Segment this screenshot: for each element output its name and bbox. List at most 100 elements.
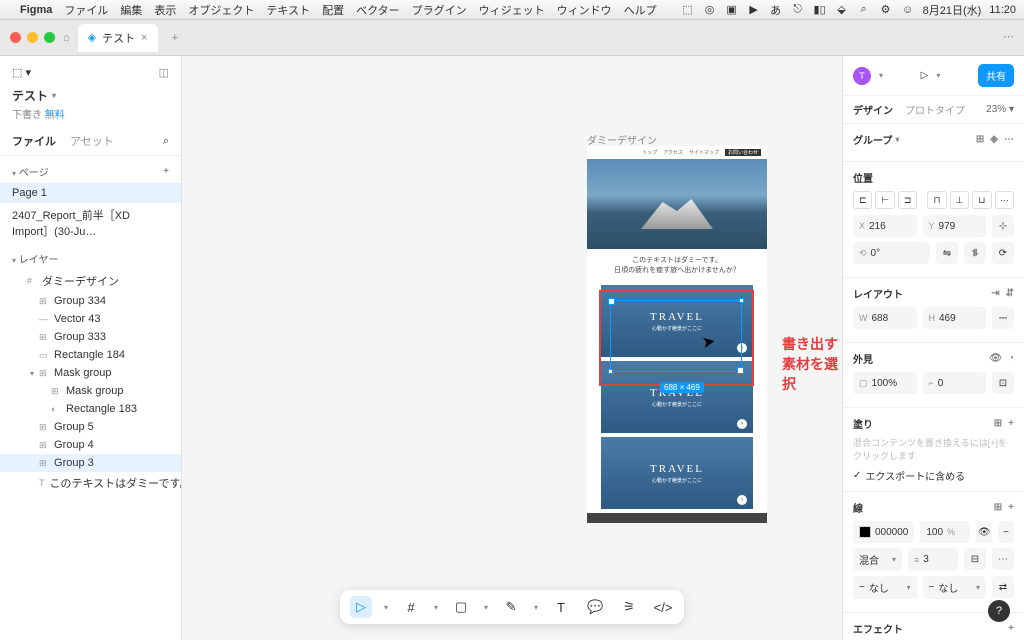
figma-menu-icon[interactable]: ⬚ ▾ xyxy=(12,66,31,79)
grid-icon[interactable]: ⊞ xyxy=(976,134,984,145)
menubar-time[interactable]: 11:20 xyxy=(989,4,1016,16)
autolayout-h-icon[interactable]: ⇥ xyxy=(991,288,999,299)
stroke-blend-select[interactable]: 混合▾ xyxy=(853,548,902,571)
language-icon[interactable]: あ xyxy=(769,3,783,17)
preview-icon[interactable]: ▷ xyxy=(921,70,929,81)
maximize-window-button[interactable] xyxy=(44,32,55,43)
export-check-icon[interactable]: ✓ xyxy=(853,470,861,481)
layer-item[interactable]: ▸#ダミーデザイン xyxy=(0,270,181,292)
app-name[interactable]: Figma xyxy=(20,4,52,16)
stroke-width-input[interactable]: ≡3 xyxy=(908,548,958,571)
canvas[interactable]: ダミーデザイン トップアクセスサイトマップお問い合わせ このテキストはダミーです… xyxy=(182,56,842,640)
layer-item[interactable]: ▸⊞Group 4 xyxy=(0,436,181,454)
layer-item[interactable]: ▸⊞Group 333 xyxy=(0,328,181,346)
align-bottom-button[interactable]: ⊔ xyxy=(972,191,991,209)
layers-header[interactable]: レイヤー xyxy=(19,255,59,266)
play-icon[interactable]: ▶ xyxy=(747,3,761,17)
menu-view[interactable]: 表示 xyxy=(154,2,176,18)
menu-help[interactable]: ヘルプ xyxy=(624,2,657,18)
component-icon[interactable]: ◈ xyxy=(990,134,998,145)
figma-status-icon[interactable]: ⬚ xyxy=(681,3,695,17)
y-input[interactable]: Y979 xyxy=(923,215,987,237)
page-item[interactable]: 2407_Report_前半［XD Import］(30-Ju… xyxy=(0,203,181,243)
remove-stroke-icon[interactable]: − xyxy=(998,521,1014,543)
flip-v-icon[interactable]: ⥮ xyxy=(964,242,986,264)
rotate-90-icon[interactable]: ⟳ xyxy=(992,242,1014,264)
frame-label[interactable]: ダミーデザイン xyxy=(587,132,657,147)
tray-icon[interactable]: ▣ xyxy=(725,3,739,17)
user-icon[interactable]: ☺ xyxy=(901,3,915,17)
visibility-icon[interactable]: 👁 xyxy=(989,353,1002,364)
page-item[interactable]: Page 1 xyxy=(0,183,181,203)
radius-input[interactable]: ⌐0 xyxy=(923,372,987,394)
autolayout-v-icon[interactable]: ⇵ xyxy=(1006,288,1014,299)
menu-window[interactable]: ウィンドウ xyxy=(557,2,612,18)
text-tool-button[interactable]: T xyxy=(550,596,572,618)
add-effect-icon[interactable]: + xyxy=(1008,623,1014,634)
absolute-position-icon[interactable]: ⊹ xyxy=(992,215,1014,237)
swap-icon[interactable]: ⇄ xyxy=(992,576,1014,598)
file-tab[interactable]: ◈ テスト × xyxy=(78,24,158,52)
styles-icon[interactable]: ⊞ xyxy=(994,502,1002,513)
add-stroke-icon[interactable]: + xyxy=(1008,502,1014,513)
stroke-side-icon[interactable]: ⊟ xyxy=(964,548,986,570)
bluetooth-icon[interactable]: ⎋ xyxy=(791,3,805,17)
align-vcenter-button[interactable]: ⊥ xyxy=(950,191,969,209)
visibility-icon[interactable]: 👁 xyxy=(976,521,992,543)
opacity-input[interactable]: ▢100% xyxy=(853,372,917,394)
file-name[interactable]: テスト xyxy=(12,87,48,104)
layer-item[interactable]: ▸—Vector 43 xyxy=(0,310,181,328)
menu-edit[interactable]: 編集 xyxy=(120,2,142,18)
menubar-date[interactable]: 8月21日(水) xyxy=(923,2,982,18)
align-hcenter-button[interactable]: ⊢ xyxy=(875,191,894,209)
layer-item[interactable]: ▸⊞Group 334 xyxy=(0,292,181,310)
layer-item[interactable]: ▸⊞Mask group xyxy=(0,382,181,400)
pen-tool-button[interactable]: ✎ xyxy=(500,596,522,618)
shape-tool-button[interactable]: ▢ xyxy=(450,596,472,618)
add-fill-icon[interactable]: + xyxy=(1008,418,1014,429)
tab-prototype[interactable]: プロトタイプ xyxy=(905,102,965,117)
flip-h-icon[interactable]: ⇋ xyxy=(936,242,958,264)
menu-widget[interactable]: ウィジェット xyxy=(479,2,545,18)
new-tab-button[interactable]: + xyxy=(166,32,184,44)
tab-design[interactable]: デザイン xyxy=(853,102,893,117)
search-icon[interactable]: ⌕ xyxy=(857,3,871,17)
control-center-icon[interactable]: ⚙ xyxy=(879,3,893,17)
travel-card-3[interactable]: TRAVEL 心動かす絶景がここに › xyxy=(601,437,753,509)
battery-icon[interactable]: ▮▯ xyxy=(813,3,827,17)
radius-detail-icon[interactable]: ⊡ xyxy=(992,372,1014,394)
wifi-icon[interactable]: ⬙ xyxy=(835,3,849,17)
move-tool-button[interactable]: ▷ xyxy=(350,596,372,618)
share-button[interactable]: 共有 xyxy=(978,64,1014,87)
align-right-button[interactable]: ⊐ xyxy=(898,191,917,209)
layer-item[interactable]: ▸Tこのテキストはダミーです。日… xyxy=(0,472,181,494)
tab-asset[interactable]: アセット xyxy=(70,133,114,149)
panel-collapse-icon[interactable]: ◫ xyxy=(159,66,169,79)
stroke-more-icon[interactable]: ⋯ xyxy=(992,548,1014,570)
search-icon[interactable]: ⌕ xyxy=(163,135,169,148)
x-input[interactable]: X216 xyxy=(853,215,917,237)
menu-vector[interactable]: ベクター xyxy=(356,2,400,18)
line-icon[interactable]: ◎ xyxy=(703,3,717,17)
stroke-cap1-select[interactable]: − なし▾ xyxy=(853,576,917,599)
comment-tool-button[interactable]: 💬 xyxy=(584,596,606,618)
frame-tool-button[interactable]: # xyxy=(400,596,422,618)
stroke-color-input[interactable]: 000000 xyxy=(853,521,914,543)
height-input[interactable]: H469 xyxy=(923,307,987,329)
layer-item[interactable]: ▸◐Rectangle 183 xyxy=(0,400,181,418)
menu-text[interactable]: テキスト xyxy=(266,2,310,18)
more-icon[interactable]: ⋯ xyxy=(1004,134,1014,145)
tab-file[interactable]: ファイル xyxy=(12,133,56,149)
layer-item[interactable]: ▸▭Rectangle 184 xyxy=(0,346,181,364)
menu-file[interactable]: ファイル xyxy=(64,2,108,18)
align-more-button[interactable]: ⋯ xyxy=(995,191,1014,209)
close-window-button[interactable] xyxy=(10,32,21,43)
home-icon[interactable]: ⌂ xyxy=(63,32,70,44)
avatar[interactable]: T xyxy=(853,67,871,85)
stroke-opacity-input[interactable]: 100% xyxy=(920,521,970,543)
align-top-button[interactable]: ⊓ xyxy=(927,191,946,209)
stroke-cap2-select[interactable]: − なし▾ xyxy=(923,576,987,599)
menu-object[interactable]: オブジェクト xyxy=(188,2,254,18)
menu-plugin[interactable]: プラグイン xyxy=(412,2,467,18)
help-button[interactable]: ? xyxy=(988,600,1010,622)
